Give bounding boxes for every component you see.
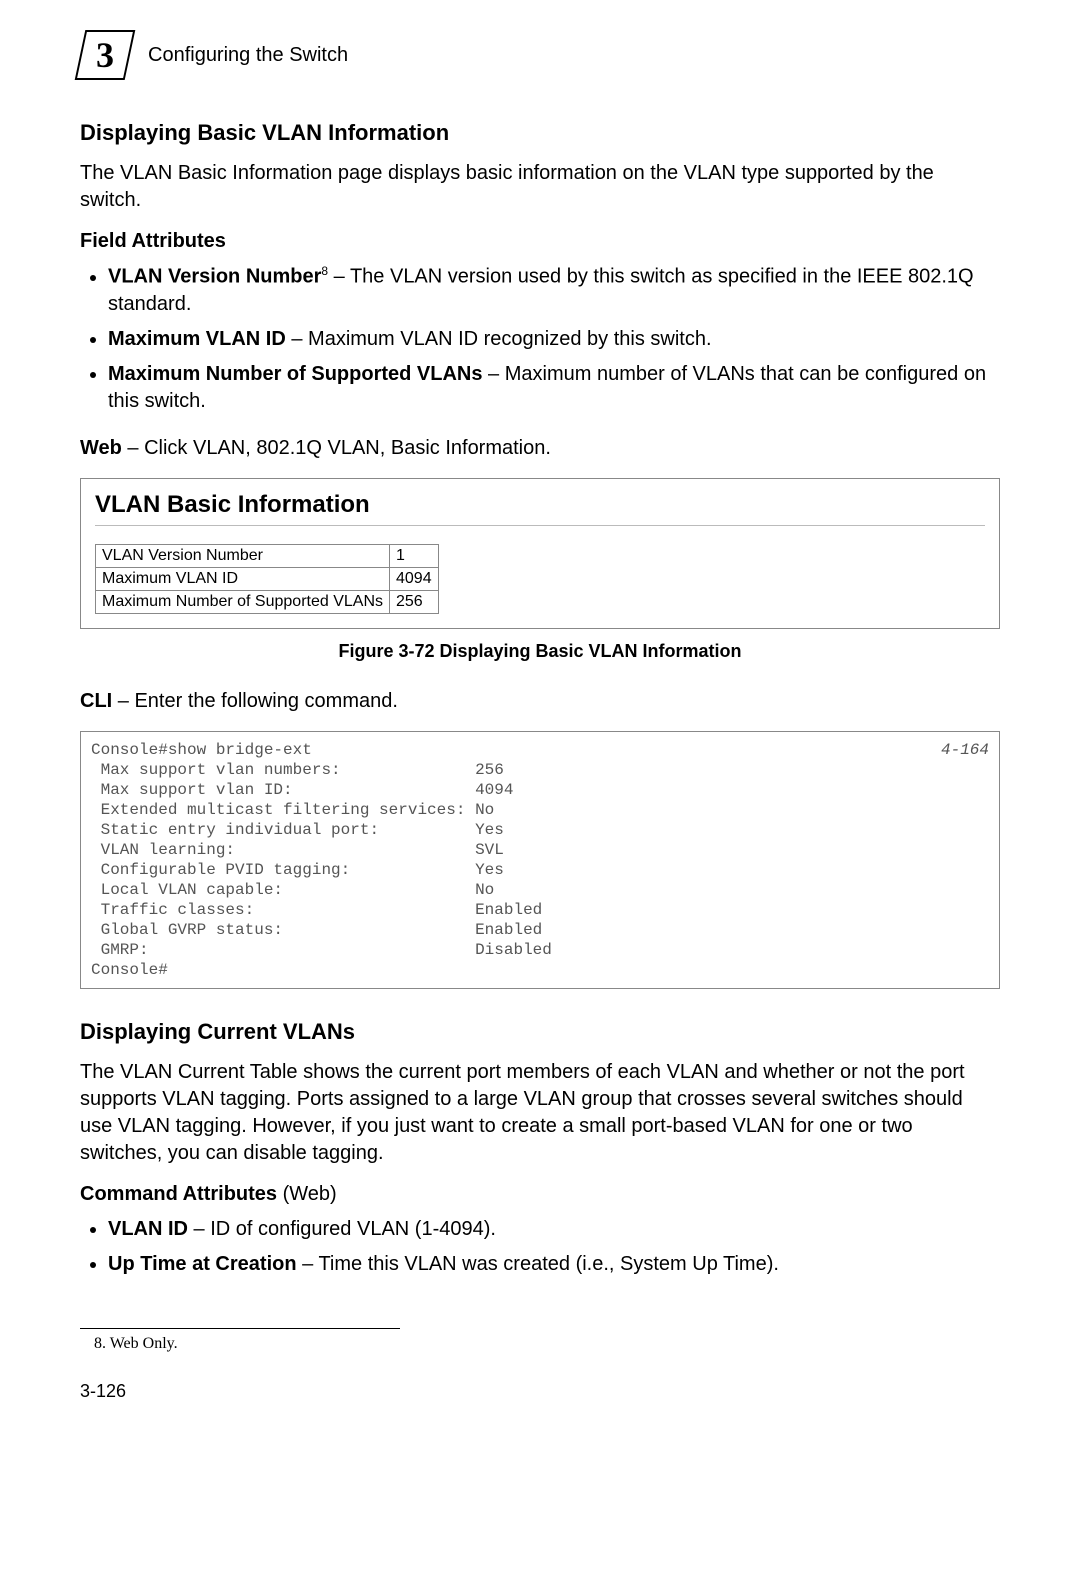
- table-row: VLAN Version Number 1: [96, 544, 439, 567]
- cell-label: VLAN Version Number: [96, 544, 390, 567]
- list-item: Up Time at Creation – Time this VLAN was…: [108, 1251, 1000, 1278]
- term: Maximum VLAN ID: [108, 328, 286, 350]
- cli-output-box: 4-164 Console#show bridge-ext Max support…: [80, 731, 1000, 989]
- section-heading-current-vlans: Displaying Current VLANs: [80, 1019, 1000, 1045]
- cell-value: 1: [390, 544, 439, 567]
- cli-instruction: CLI – Enter the following command.: [80, 688, 1000, 715]
- cli-output: Console#show bridge-ext Max support vlan…: [91, 741, 552, 979]
- section2-intro: The VLAN Current Table shows the current…: [80, 1059, 1000, 1167]
- panel-title: VLAN Basic Information: [95, 491, 985, 519]
- cell-label: Maximum VLAN ID: [96, 567, 390, 590]
- term: Maximum Number of Supported VLANs: [108, 363, 482, 385]
- command-attributes-list: VLAN ID – ID of configured VLAN (1-4094)…: [80, 1216, 1000, 1278]
- chapter-title: Configuring the Switch: [148, 44, 348, 67]
- list-item: VLAN Version Number8 – The VLAN version …: [108, 263, 1000, 318]
- chapter-number-icon: 3: [75, 30, 136, 80]
- section-heading-vlan-basic: Displaying Basic VLAN Information: [80, 120, 1000, 146]
- field-attributes-list: VLAN Version Number8 – The VLAN version …: [80, 263, 1000, 415]
- footnote-text: 8. Web Only.: [94, 1335, 1000, 1353]
- chapter-header: 3 Configuring the Switch: [80, 30, 1000, 80]
- field-attributes-heading: Field Attributes: [80, 230, 1000, 253]
- cmd-attr-rest: (Web): [277, 1183, 337, 1205]
- section1-intro: The VLAN Basic Information page displays…: [80, 160, 1000, 214]
- term-desc: – Time this VLAN was created (i.e., Syst…: [297, 1253, 779, 1275]
- term-desc: – ID of configured VLAN (1-4094).: [188, 1218, 496, 1240]
- figure-caption: Figure 3-72 Displaying Basic VLAN Inform…: [80, 641, 1000, 662]
- list-item: Maximum Number of Supported VLANs – Maxi…: [108, 361, 1000, 415]
- cell-value: 256: [390, 590, 439, 613]
- cmd-attr-bold: Command Attributes: [80, 1183, 277, 1205]
- cli-label: CLI: [80, 690, 112, 712]
- web-instruction: Web – Click VLAN, 802.1Q VLAN, Basic Inf…: [80, 435, 1000, 462]
- list-item: VLAN ID – ID of configured VLAN (1-4094)…: [108, 1216, 1000, 1243]
- term: Up Time at Creation: [108, 1253, 297, 1275]
- list-item: Maximum VLAN ID – Maximum VLAN ID recogn…: [108, 326, 1000, 353]
- command-attributes-heading: Command Attributes (Web): [80, 1183, 1000, 1206]
- vlan-basic-info-panel: VLAN Basic Information VLAN Version Numb…: [80, 478, 1000, 629]
- vlan-info-table: VLAN Version Number 1 Maximum VLAN ID 40…: [95, 544, 439, 614]
- cell-label: Maximum Number of Supported VLANs: [96, 590, 390, 613]
- chapter-number: 3: [96, 37, 114, 73]
- divider: [95, 525, 985, 526]
- page-number: 3-126: [80, 1381, 1000, 1402]
- cli-page-ref: 4-164: [941, 740, 989, 760]
- footnote-rule: [80, 1328, 400, 1329]
- page-container: 3 Configuring the Switch Displaying Basi…: [0, 0, 1080, 1442]
- cell-value: 4094: [390, 567, 439, 590]
- table-row: Maximum Number of Supported VLANs 256: [96, 590, 439, 613]
- table-row: Maximum VLAN ID 4094: [96, 567, 439, 590]
- web-text: – Click VLAN, 802.1Q VLAN, Basic Informa…: [122, 437, 551, 459]
- term: VLAN Version Number: [108, 266, 321, 288]
- web-label: Web: [80, 437, 122, 459]
- cli-text: – Enter the following command.: [112, 690, 398, 712]
- term: VLAN ID: [108, 1218, 188, 1240]
- term-desc: – Maximum VLAN ID recognized by this swi…: [286, 328, 712, 350]
